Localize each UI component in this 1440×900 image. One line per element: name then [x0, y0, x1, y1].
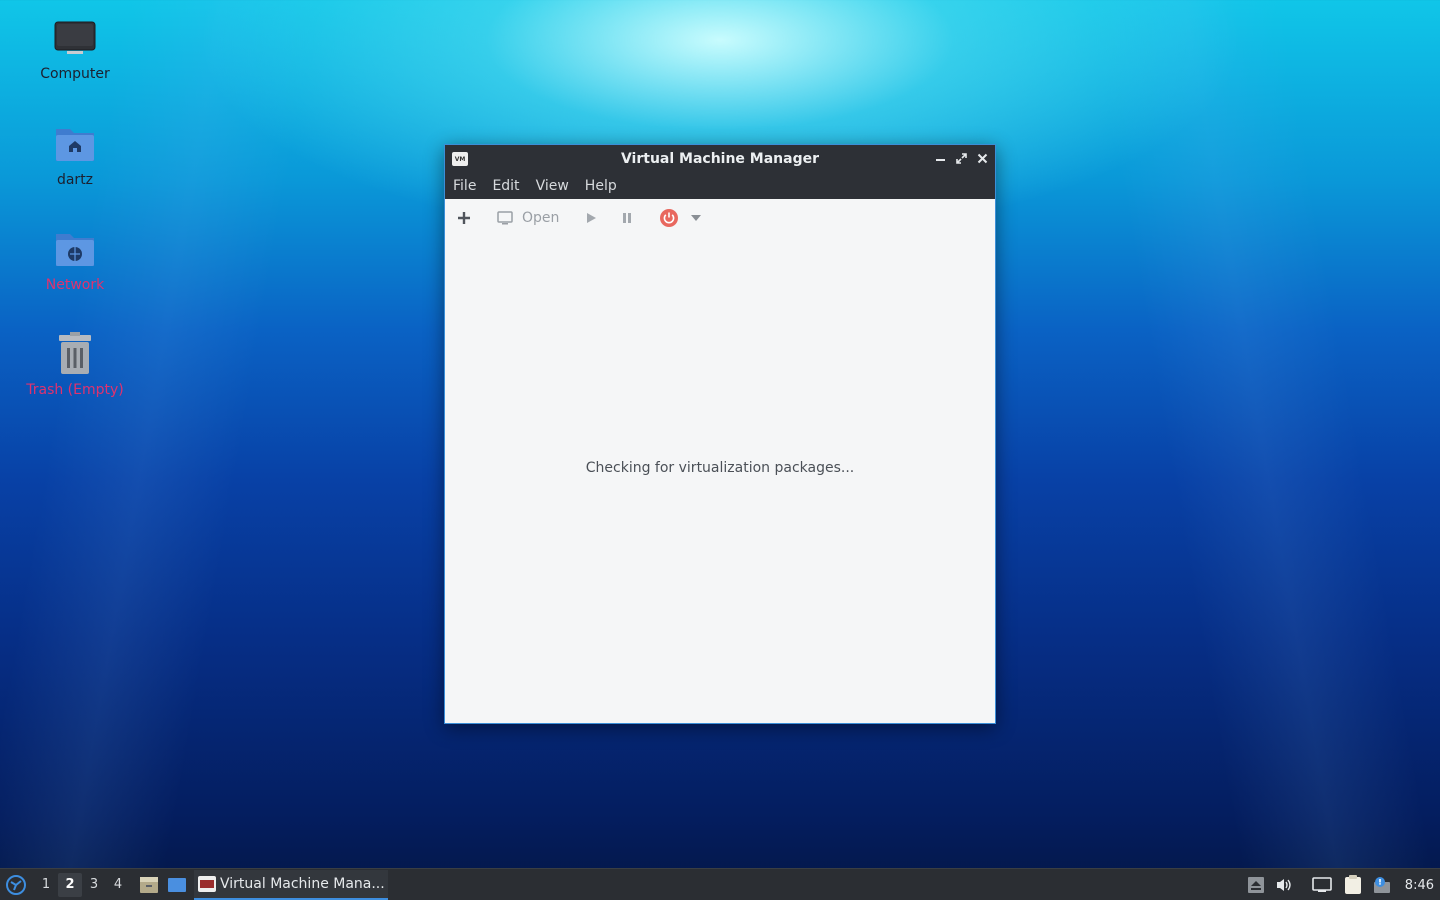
file-cabinet-icon — [140, 876, 158, 893]
desktop-icon-trash[interactable]: Trash (Empty) — [20, 330, 130, 398]
network-tray-button[interactable] — [1311, 876, 1333, 894]
taskbar: 1 2 3 4 Virtual Machine Mana... 8:46 — [0, 868, 1440, 900]
network-monitor-icon — [1311, 877, 1332, 892]
pause-icon — [623, 213, 631, 223]
clipboard-tray-button[interactable] — [1343, 875, 1363, 895]
window-title: Virtual Machine Manager — [620, 151, 820, 167]
home-folder-icon — [51, 120, 99, 168]
clock[interactable]: 8:46 — [1405, 878, 1434, 893]
start-menu-icon — [6, 874, 26, 895]
desktop-icon-computer[interactable]: Computer — [20, 14, 130, 82]
pause-button[interactable] — [621, 212, 659, 224]
eject-icon — [1247, 877, 1264, 893]
shutdown-button[interactable] — [659, 208, 691, 228]
minimize-button[interactable] — [934, 153, 947, 166]
desktop-icon-label: Network — [45, 277, 105, 293]
desktop-icon-label: Computer — [40, 66, 110, 82]
computer-icon — [51, 14, 99, 62]
desktop-icon-label: Trash (Empty) — [26, 382, 124, 398]
virtual-machine-manager-window: VM Virtual Machine Manager File Edit Vie… — [444, 144, 996, 724]
menu-view[interactable]: View — [536, 178, 569, 194]
menu-bar: File Edit View Help — [445, 173, 995, 199]
notification-icon — [1373, 877, 1390, 893]
maximize-icon — [956, 152, 967, 164]
volume-button[interactable] — [1275, 876, 1293, 894]
system-tray: 8:46 — [1247, 869, 1440, 900]
tray-eject-button[interactable] — [1247, 876, 1265, 894]
new-vm-button[interactable] — [457, 211, 497, 225]
workspace-2[interactable]: 2 — [58, 872, 82, 897]
play-icon — [587, 213, 596, 223]
window-titlebar[interactable]: VM Virtual Machine Manager — [445, 145, 995, 173]
minimize-icon — [936, 158, 945, 161]
app-icon: VM — [452, 152, 468, 166]
vmm-app-icon — [198, 875, 216, 892]
taskbar-task-vmm[interactable]: Virtual Machine Mana... — [194, 869, 388, 900]
close-button[interactable] — [976, 153, 989, 166]
menu-help[interactable]: Help — [585, 178, 617, 194]
app-menu-button[interactable] — [0, 869, 32, 900]
network-folder-icon — [51, 225, 99, 273]
power-icon — [660, 209, 678, 227]
plus-icon — [458, 212, 470, 224]
workspace-3[interactable]: 3 — [82, 877, 106, 892]
volume-icon — [1276, 879, 1291, 891]
workspace-1[interactable]: 1 — [34, 877, 58, 892]
open-button[interactable]: Open — [497, 210, 585, 226]
notifications-button[interactable] — [1373, 876, 1391, 894]
trash-icon — [51, 330, 99, 378]
menu-file[interactable]: File — [453, 178, 476, 194]
show-desktop-button[interactable] — [166, 874, 188, 896]
desktop-icon — [168, 877, 186, 892]
vm-list-area: Checking for virtualization packages... — [445, 237, 995, 723]
run-button[interactable] — [585, 212, 621, 224]
chevron-down-icon — [691, 215, 701, 221]
file-manager-launcher[interactable] — [138, 874, 160, 896]
status-message: Checking for virtualization packages... — [585, 460, 855, 476]
maximize-button[interactable] — [955, 152, 968, 166]
clipboard-icon — [1344, 875, 1361, 894]
desktop-icon-home[interactable]: dartz — [20, 120, 130, 188]
desktop-icon-network[interactable]: Network — [20, 225, 130, 293]
desktop-icon-label: dartz — [56, 172, 94, 188]
workspace-4[interactable]: 4 — [106, 877, 130, 892]
close-icon — [977, 153, 988, 163]
workspace-switcher: 1 2 3 4 — [34, 872, 130, 897]
monitor-icon — [497, 211, 513, 225]
open-button-label: Open — [522, 210, 560, 226]
shutdown-menu-button[interactable] — [691, 215, 711, 221]
task-label: Virtual Machine Mana... — [220, 875, 385, 892]
toolbar: Open — [445, 199, 995, 237]
menu-edit[interactable]: Edit — [492, 178, 519, 194]
